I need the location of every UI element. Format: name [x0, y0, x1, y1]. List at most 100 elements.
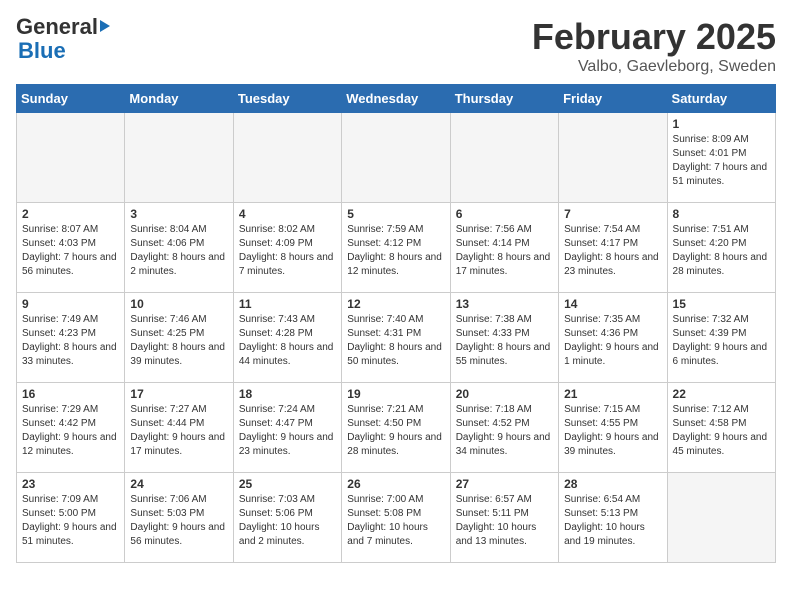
day-info: Sunrise: 7:03 AM Sunset: 5:06 PM Dayligh… — [239, 493, 336, 549]
day-number: 8 — [673, 207, 770, 221]
calendar-cell: 23 Sunrise: 7:09 AM Sunset: 5:00 PM Dayli… — [17, 473, 125, 563]
calendar-cell: 19Sunrise: 7:21 AM Sunset: 4:50 PM Dayli… — [342, 383, 450, 473]
day-number: 18 — [239, 387, 336, 401]
weekday-header-thursday: Thursday — [450, 85, 558, 113]
day-number: 13 — [456, 297, 553, 311]
calendar-cell: 24 Sunrise: 7:06 AM Sunset: 5:03 PM Dayli… — [125, 473, 233, 563]
weekday-header-sunday: Sunday — [17, 85, 125, 113]
day-number: 22 — [673, 387, 770, 401]
calendar-cell: 2 Sunrise: 8:07 AM Sunset: 4:03 PM Daylig… — [17, 203, 125, 293]
day-info: Sunrise: 7:15 AM Sunset: 4:55 PM Dayligh… — [564, 403, 661, 459]
day-info: Sunrise: 7:00 AM Sunset: 5:08 PM Dayligh… — [347, 493, 444, 549]
day-number: 28 — [564, 477, 661, 491]
day-number: 26 — [347, 477, 444, 491]
day-info: Sunrise: 7:29 AM Sunset: 4:42 PM Dayligh… — [22, 403, 119, 459]
day-info: Sunrise: 7:40 AM Sunset: 4:31 PM Dayligh… — [347, 313, 444, 369]
calendar-cell: 17Sunrise: 7:27 AM Sunset: 4:44 PM Dayli… — [125, 383, 233, 473]
week-row-3: 9 Sunrise: 7:49 AM Sunset: 4:23 PM Daylig… — [17, 293, 776, 383]
day-number: 11 — [239, 297, 336, 311]
day-number: 16 — [22, 387, 119, 401]
day-number: 15 — [673, 297, 770, 311]
calendar-cell — [559, 113, 667, 203]
day-info: Sunrise: 7:49 AM Sunset: 4:23 PM Dayligh… — [22, 313, 119, 369]
calendar-cell — [667, 473, 775, 563]
day-info: Sunrise: 8:09 AM Sunset: 4:01 PM Dayligh… — [673, 133, 770, 189]
day-number: 27 — [456, 477, 553, 491]
day-info: Sunrise: 7:46 AM Sunset: 4:25 PM Dayligh… — [130, 313, 227, 369]
calendar-cell: 22Sunrise: 7:12 AM Sunset: 4:58 PM Dayli… — [667, 383, 775, 473]
day-number: 17 — [130, 387, 227, 401]
calendar-cell — [342, 113, 450, 203]
day-info: Sunrise: 7:32 AM Sunset: 4:39 PM Dayligh… — [673, 313, 770, 369]
calendar-cell: 14 Sunrise: 7:35 AM Sunset: 4:36 PM Dayli… — [559, 293, 667, 383]
calendar-cell: 12Sunrise: 7:40 AM Sunset: 4:31 PM Dayli… — [342, 293, 450, 383]
calendar-cell: 16 Sunrise: 7:29 AM Sunset: 4:42 PM Dayli… — [17, 383, 125, 473]
day-number: 9 — [22, 297, 119, 311]
day-number: 10 — [130, 297, 227, 311]
calendar-cell: 1 Sunrise: 8:09 AM Sunset: 4:01 PM Daylig… — [667, 113, 775, 203]
day-info: Sunrise: 7:06 AM Sunset: 5:03 PM Dayligh… — [130, 493, 227, 549]
day-info: Sunrise: 8:07 AM Sunset: 4:03 PM Dayligh… — [22, 223, 119, 279]
day-info: Sunrise: 8:02 AM Sunset: 4:09 PM Dayligh… — [239, 223, 336, 279]
day-number: 6 — [456, 207, 553, 221]
calendar-cell: 4 Sunrise: 8:02 AM Sunset: 4:09 PM Daylig… — [233, 203, 341, 293]
week-row-5: 23 Sunrise: 7:09 AM Sunset: 5:00 PM Dayli… — [17, 473, 776, 563]
calendar-table: SundayMondayTuesdayWednesdayThursdayFrid… — [16, 84, 776, 563]
weekday-header-tuesday: Tuesday — [233, 85, 341, 113]
day-info: Sunrise: 6:54 AM Sunset: 5:13 PM Dayligh… — [564, 493, 661, 549]
day-info: Sunrise: 7:35 AM Sunset: 4:36 PM Dayligh… — [564, 313, 661, 369]
calendar-cell: 11 Sunrise: 7:43 AM Sunset: 4:28 PM Dayli… — [233, 293, 341, 383]
calendar-cell: 13Sunrise: 7:38 AM Sunset: 4:33 PM Dayli… — [450, 293, 558, 383]
day-info: Sunrise: 7:51 AM Sunset: 4:20 PM Dayligh… — [673, 223, 770, 279]
week-row-1: 1 Sunrise: 8:09 AM Sunset: 4:01 PM Daylig… — [17, 113, 776, 203]
calendar-cell — [125, 113, 233, 203]
day-info: Sunrise: 7:09 AM Sunset: 5:00 PM Dayligh… — [22, 493, 119, 549]
month-title: February 2025 — [532, 16, 776, 58]
day-number: 5 — [347, 207, 444, 221]
calendar-cell: 26 Sunrise: 7:00 AM Sunset: 5:08 PM Dayli… — [342, 473, 450, 563]
calendar-cell: 9 Sunrise: 7:49 AM Sunset: 4:23 PM Daylig… — [17, 293, 125, 383]
page-header: General Blue February 2025 Valbo, Gaevle… — [16, 16, 776, 76]
day-info: Sunrise: 7:59 AM Sunset: 4:12 PM Dayligh… — [347, 223, 444, 279]
day-info: Sunrise: 7:56 AM Sunset: 4:14 PM Dayligh… — [456, 223, 553, 279]
weekday-header-wednesday: Wednesday — [342, 85, 450, 113]
day-number: 19 — [347, 387, 444, 401]
day-number: 25 — [239, 477, 336, 491]
day-number: 2 — [22, 207, 119, 221]
weekday-header-row: SundayMondayTuesdayWednesdayThursdayFrid… — [17, 85, 776, 113]
weekday-header-saturday: Saturday — [667, 85, 775, 113]
day-number: 1 — [673, 117, 770, 131]
logo-triangle-icon — [100, 20, 110, 32]
day-number: 23 — [22, 477, 119, 491]
day-number: 24 — [130, 477, 227, 491]
day-info: Sunrise: 7:18 AM Sunset: 4:52 PM Dayligh… — [456, 403, 553, 459]
day-info: Sunrise: 7:24 AM Sunset: 4:47 PM Dayligh… — [239, 403, 336, 459]
calendar-cell: 6 Sunrise: 7:56 AM Sunset: 4:14 PM Daylig… — [450, 203, 558, 293]
week-row-4: 16 Sunrise: 7:29 AM Sunset: 4:42 PM Dayli… — [17, 383, 776, 473]
weekday-header-monday: Monday — [125, 85, 233, 113]
location-subtitle: Valbo, Gaevleborg, Sweden — [532, 58, 776, 76]
day-info: Sunrise: 6:57 AM Sunset: 5:11 PM Dayligh… — [456, 493, 553, 549]
day-number: 4 — [239, 207, 336, 221]
calendar-cell: 7Sunrise: 7:54 AM Sunset: 4:17 PM Daylig… — [559, 203, 667, 293]
day-number: 14 — [564, 297, 661, 311]
calendar-cell: 18 Sunrise: 7:24 AM Sunset: 4:47 PM Dayli… — [233, 383, 341, 473]
calendar-cell — [450, 113, 558, 203]
day-info: Sunrise: 7:43 AM Sunset: 4:28 PM Dayligh… — [239, 313, 336, 369]
logo: General Blue — [16, 16, 110, 64]
logo-general: General — [16, 16, 98, 38]
calendar-cell — [17, 113, 125, 203]
calendar-cell: 5 Sunrise: 7:59 AM Sunset: 4:12 PM Daylig… — [342, 203, 450, 293]
calendar-cell: 15 Sunrise: 7:32 AM Sunset: 4:39 PM Dayli… — [667, 293, 775, 383]
logo-blue: Blue — [18, 38, 66, 63]
calendar-cell: 27 Sunrise: 6:57 AM Sunset: 5:11 PM Dayli… — [450, 473, 558, 563]
calendar-cell: 10 Sunrise: 7:46 AM Sunset: 4:25 PM Dayli… — [125, 293, 233, 383]
calendar-cell: 20Sunrise: 7:18 AM Sunset: 4:52 PM Dayli… — [450, 383, 558, 473]
calendar-cell: 25 Sunrise: 7:03 AM Sunset: 5:06 PM Dayli… — [233, 473, 341, 563]
day-info: Sunrise: 7:54 AM Sunset: 4:17 PM Dayligh… — [564, 223, 661, 279]
day-number: 3 — [130, 207, 227, 221]
calendar-cell — [233, 113, 341, 203]
calendar-cell: 28 Sunrise: 6:54 AM Sunset: 5:13 PM Dayli… — [559, 473, 667, 563]
calendar-cell: 21Sunrise: 7:15 AM Sunset: 4:55 PM Dayli… — [559, 383, 667, 473]
week-row-2: 2 Sunrise: 8:07 AM Sunset: 4:03 PM Daylig… — [17, 203, 776, 293]
